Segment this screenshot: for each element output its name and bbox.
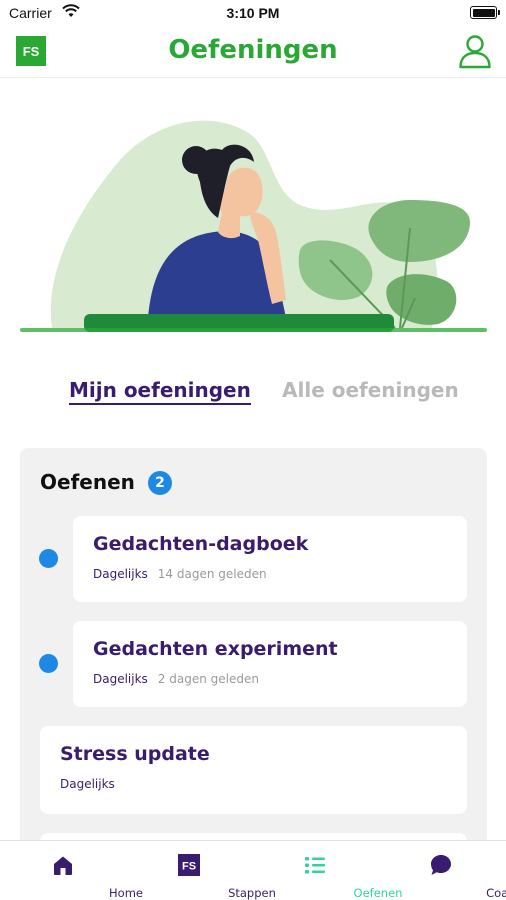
unread-dot-icon <box>39 549 58 568</box>
exercise-card-gedachten-dagboek[interactable]: Gedachten-dagboek Dagelijks 14 dagen gele… <box>73 516 467 602</box>
ground-line <box>20 328 487 332</box>
exercise-last-done: 14 dagen geleden <box>157 567 267 581</box>
exercise-last-done: 2 dagen geleden <box>157 672 259 686</box>
tab-bar: Mijn oefeningen Alle oefeningen <box>0 375 506 415</box>
exercise-title: Gedachten experiment <box>93 638 338 660</box>
exercise-meta: Dagelijks 2 dagen geleden <box>93 672 259 686</box>
exercise-frequency: Dagelijks <box>93 567 148 581</box>
exercise-meta: Dagelijks <box>60 777 115 791</box>
nav-stappen[interactable]: FS Stappen <box>126 841 276 900</box>
panel-title: Oefenen <box>40 470 135 494</box>
exercise-card-gedachten-experiment[interactable]: Gedachten experiment Dagelijks 2 dagen ge… <box>73 621 467 707</box>
exercise-meta: Dagelijks 14 dagen geleden <box>93 567 267 581</box>
bottom-nav: Home FS Stappen Oefenen Coach <box>0 840 506 900</box>
exercise-panel: Oefenen 2 Gedachten-dagboek Dagelijks 14 … <box>20 448 487 848</box>
home-icon <box>54 856 72 875</box>
profile-icon[interactable] <box>458 33 492 69</box>
app-header: FS Oefeningen <box>0 26 506 78</box>
chat-bubble-icon <box>431 855 451 875</box>
nav-oefenen[interactable]: Oefenen <box>252 841 402 900</box>
svg-text:FS: FS <box>182 861 196 873</box>
exercise-title: Gedachten-dagboek <box>93 533 309 555</box>
exercise-card-stress-update[interactable]: Stress update Dagelijks <box>40 726 467 814</box>
nav-coach[interactable]: Coach <box>378 841 506 900</box>
nav-home[interactable]: Home <box>0 841 143 900</box>
battery-icon <box>470 6 500 19</box>
exercise-frequency: Dagelijks <box>93 672 148 686</box>
page-title: Oefeningen <box>168 35 338 65</box>
tab-my-exercises[interactable]: Mijn oefeningen <box>69 378 251 405</box>
tab-all-exercises[interactable]: Alle oefeningen <box>282 378 459 402</box>
exercise-title: Stress update <box>60 743 210 765</box>
nav-label: Coach <box>486 886 506 900</box>
count-badge: 2 <box>148 471 172 495</box>
unread-dot-icon <box>39 654 58 673</box>
fs-logo-icon: FS <box>178 854 200 876</box>
hero-illustration <box>20 120 487 332</box>
list-icon <box>305 857 325 874</box>
exercise-frequency: Dagelijks <box>60 777 115 791</box>
status-bar: Carrier 3:10 PM <box>0 0 506 26</box>
status-time: 3:10 PM <box>226 5 280 21</box>
